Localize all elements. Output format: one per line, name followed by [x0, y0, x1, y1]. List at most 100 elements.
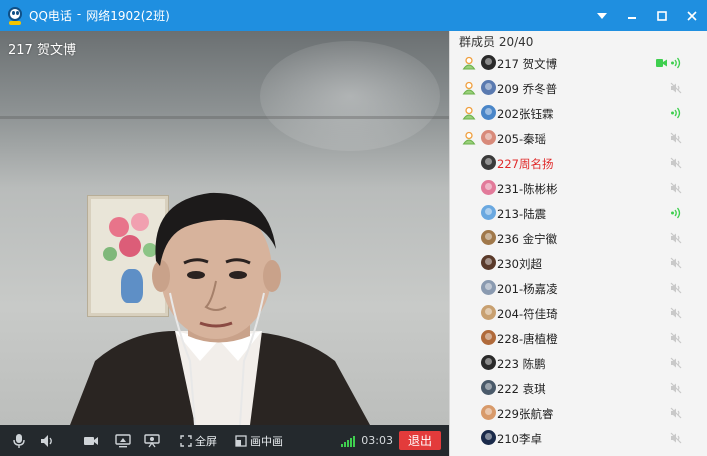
exit-call-button[interactable]: 退出 — [399, 431, 441, 450]
member-name: 222 袁琪 — [497, 382, 546, 396]
muted-icon — [670, 157, 682, 169]
muted-icon — [670, 382, 682, 394]
member-name: 210李卓 — [497, 432, 542, 446]
caller-video-person — [70, 192, 370, 425]
member-row[interactable]: 227周名扬 — [450, 151, 707, 176]
admin-icon — [462, 56, 476, 70]
app-name: QQ电话 — [29, 9, 72, 23]
member-row[interactable]: 217 贺文博 — [450, 51, 707, 76]
signal-strength-icon — [341, 435, 356, 447]
member-count-header: 群成员 20/40 — [459, 35, 534, 49]
presentation-button[interactable] — [138, 425, 166, 456]
member-status — [670, 405, 682, 421]
maximize-button[interactable] — [647, 0, 677, 31]
admin-icon — [462, 106, 476, 120]
member-name: 236 金宁徽 — [497, 232, 558, 246]
muted-icon — [670, 182, 682, 194]
member-row[interactable]: 236 金宁徽 — [450, 226, 707, 251]
admin-icon — [462, 81, 476, 95]
muted-icon — [670, 282, 682, 294]
member-status — [670, 155, 682, 171]
member-name: 213-陆震 — [497, 207, 547, 221]
fullscreen-button[interactable]: 全屏 — [180, 425, 217, 456]
minimize-button[interactable] — [617, 0, 647, 31]
member-avatar — [481, 80, 496, 95]
member-name: 229张航睿 — [497, 407, 554, 421]
member-row[interactable]: 223 陈鹏 — [450, 351, 707, 376]
member-avatar — [481, 430, 496, 445]
camera-icon — [84, 436, 98, 445]
member-status — [656, 55, 682, 71]
member-row[interactable]: 202张钰霖 — [450, 101, 707, 126]
member-status — [670, 305, 682, 321]
speaking-icon — [671, 107, 681, 119]
member-name: 217 贺文博 — [497, 57, 558, 71]
qq-logo-icon — [7, 6, 23, 25]
member-avatar — [481, 405, 496, 420]
fullscreen-icon — [180, 434, 192, 447]
member-avatar — [481, 355, 496, 370]
presentation-icon — [144, 433, 160, 447]
member-status — [670, 205, 682, 221]
member-name: 223 陈鹏 — [497, 357, 546, 371]
member-status — [670, 230, 682, 246]
member-avatar — [481, 130, 496, 145]
member-avatar — [481, 305, 496, 320]
member-row[interactable]: 222 袁琪 — [450, 376, 707, 401]
member-avatar — [481, 105, 496, 120]
minimize-icon — [628, 16, 636, 19]
settings-icon — [597, 12, 607, 19]
member-row[interactable]: 229张航睿 — [450, 401, 707, 426]
member-row[interactable]: 204-符佳琦 — [450, 301, 707, 326]
member-row[interactable]: 230刘超 — [450, 251, 707, 276]
muted-icon — [670, 332, 682, 344]
muted-icon — [670, 432, 682, 444]
microphone-button[interactable] — [2, 425, 36, 456]
member-avatar — [481, 205, 496, 220]
camera-button[interactable] — [74, 425, 108, 456]
member-row[interactable]: 209 乔冬普 — [450, 76, 707, 101]
member-status — [670, 255, 682, 271]
member-name: 209 乔冬普 — [497, 82, 558, 96]
member-row[interactable]: 228-唐植橙 — [450, 326, 707, 351]
member-avatar — [481, 330, 496, 345]
close-button[interactable] — [677, 0, 707, 31]
picture-in-picture-button[interactable]: 画中画 — [235, 425, 283, 456]
close-icon — [687, 10, 697, 21]
member-avatar — [481, 255, 496, 270]
call-timer: 03:03 — [361, 434, 393, 447]
member-row[interactable]: 210李卓 — [450, 426, 707, 451]
member-status — [670, 330, 682, 346]
member-status — [670, 80, 682, 96]
pip-label: 画中画 — [250, 434, 283, 448]
member-status — [670, 280, 682, 296]
member-name: 228-唐植橙 — [497, 332, 558, 346]
picture-in-picture-icon — [235, 434, 247, 447]
member-panel: 群成员 20/40 217 贺文博 209 乔冬普 202张钰霖 205-秦瑶 227周… — [449, 31, 707, 456]
member-status — [670, 380, 682, 396]
member-name: 205-秦瑶 — [497, 132, 547, 146]
member-status — [670, 180, 682, 196]
member-row[interactable]: 205-秦瑶 — [450, 126, 707, 151]
member-avatar — [481, 380, 496, 395]
member-status — [670, 105, 682, 121]
member-row[interactable]: 231-陈彬彬 — [450, 176, 707, 201]
settings-button[interactable] — [587, 0, 617, 31]
muted-icon — [670, 132, 682, 144]
member-row[interactable]: 201-杨嘉凌 — [450, 276, 707, 301]
member-avatar — [481, 230, 496, 245]
muted-icon — [670, 82, 682, 94]
muted-icon — [670, 307, 682, 319]
member-row[interactable]: 213-陆震 — [450, 201, 707, 226]
admin-icon — [462, 131, 476, 145]
speaker-icon — [41, 434, 52, 447]
member-status — [670, 355, 682, 371]
fullscreen-label: 全屏 — [195, 434, 217, 448]
video-stream[interactable]: 217 贺文博 — [0, 31, 449, 425]
screen-share-icon — [115, 433, 131, 447]
speaker-button[interactable] — [36, 425, 58, 456]
member-name: 227周名扬 — [497, 157, 554, 171]
screen-share-button[interactable] — [108, 425, 138, 456]
window-controls — [587, 0, 707, 31]
member-name: 204-符佳琦 — [497, 307, 558, 321]
